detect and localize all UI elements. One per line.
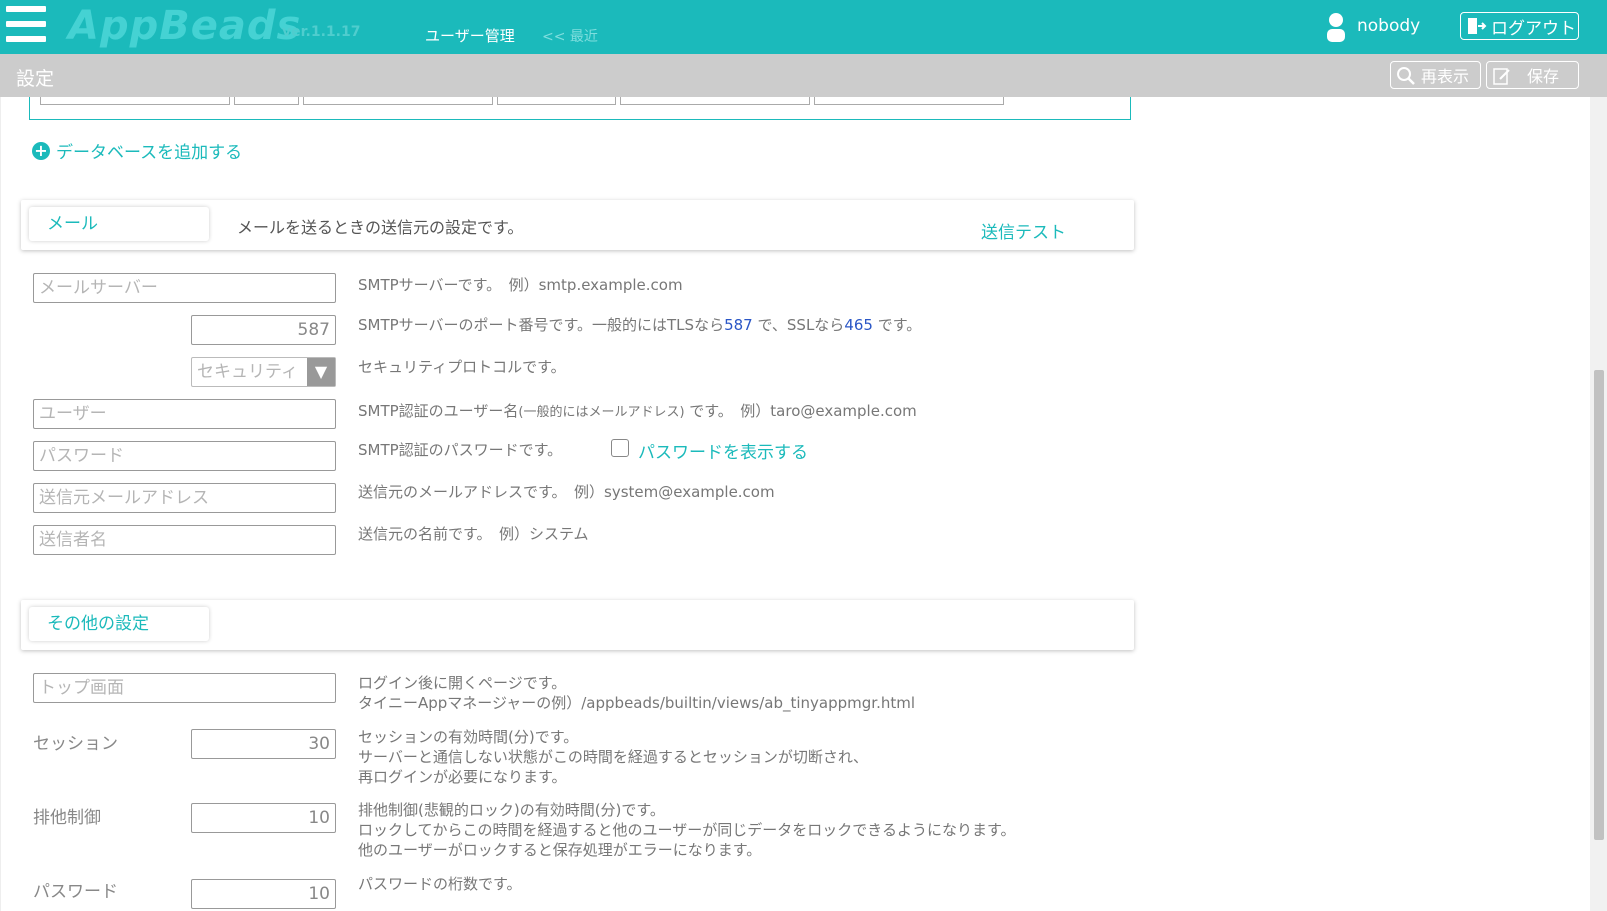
session-desc-1: セッションの有効時間(分)です。 <box>358 728 579 746</box>
app-version: ver.1.1.17 <box>282 24 361 40</box>
session-desc-2: サーバーと通信しない状態がこの時間を経過するとセッションが切断され、 <box>358 748 869 766</box>
save-label: 保存 <box>1527 67 1560 86</box>
mail-section-header: メール メールを送るときの送信元の設定です。 送信テスト <box>21 200 1134 250</box>
edit-icon <box>1493 68 1510 85</box>
password-length-label: パスワード <box>33 882 118 902</box>
mail-section-tab[interactable]: メール <box>29 207 209 241</box>
page-toolbar: 設定 再表示 保存 <box>0 54 1607 97</box>
lock-desc-3: 他のユーザーがロックすると保存処理がエラーになります。 <box>358 841 762 859</box>
lock-input[interactable] <box>191 803 336 833</box>
db-field[interactable] <box>40 97 230 105</box>
mail-server-desc: SMTPサーバーです。 例）smtp.example.com <box>358 276 683 294</box>
smtp-user-desc-small: (一般的にはメールアドレス) <box>518 405 685 420</box>
ssl-port: 465 <box>844 316 873 334</box>
db-field[interactable] <box>303 97 493 105</box>
logout-label: ログアウト <box>1491 18 1576 39</box>
reload-button[interactable]: 再表示 <box>1390 61 1481 89</box>
smtp-user-desc-1: SMTP認証のユーザー名 <box>358 402 519 420</box>
mail-server-input[interactable] <box>33 273 336 303</box>
smtp-user-desc-2: です。 例）taro@example.com <box>684 402 917 420</box>
password-length-input[interactable] <box>191 879 336 909</box>
save-button[interactable]: 保存 <box>1486 61 1579 89</box>
from-address-input[interactable] <box>33 483 336 513</box>
smtp-port-desc-3: です。 <box>877 316 922 334</box>
security-select-value: セキュリティ <box>197 362 298 382</box>
show-password-checkbox[interactable] <box>611 439 629 457</box>
smtp-user-desc: SMTP認証のユーザー名(一般的にはメールアドレス) です。 例）taro@ex… <box>358 401 917 423</box>
top-page-desc-2: タイニーAppマネージャーの例）/appbeads/builtin/views/… <box>358 694 915 712</box>
top-page-desc-1: ログイン後に開くページです。 <box>358 674 567 692</box>
smtp-password-desc: SMTP認証のパスワードです。 <box>358 441 563 459</box>
from-name-input[interactable] <box>33 525 336 555</box>
add-database-button[interactable]: + データベースを追加する <box>32 138 242 163</box>
other-section-header: その他の設定 <box>21 600 1134 650</box>
menu-icon[interactable] <box>6 4 46 44</box>
smtp-port-desc-2: で、SSLなら <box>757 316 845 334</box>
smtp-user-input[interactable] <box>33 399 336 429</box>
nav-recent[interactable]: << 最近 <box>542 26 598 46</box>
user-name[interactable]: nobody <box>1357 16 1420 36</box>
top-page-input[interactable] <box>33 673 336 703</box>
from-address-desc: 送信元のメールアドレスです。 例）system@example.com <box>358 483 775 501</box>
smtp-port-input[interactable] <box>191 315 336 345</box>
reload-label: 再表示 <box>1421 67 1470 86</box>
smtp-port-desc: SMTPサーバーのポート番号です。一般的にはTLSなら587 で、SSLなら46… <box>358 315 921 335</box>
lock-desc-1: 排他制御(悲観的ロック)の有効時間(分)です。 <box>358 801 665 819</box>
logout-icon <box>1468 18 1487 34</box>
logout-button[interactable]: ログアウト <box>1460 12 1579 40</box>
mail-section-description: メールを送るときの送信元の設定です。 <box>237 218 524 237</box>
page-title: 設定 <box>16 68 55 90</box>
security-desc: セキュリティプロトコルです。 <box>358 358 566 376</box>
from-name-desc: 送信元の名前です。 例）システム <box>358 525 589 543</box>
session-label: セッション <box>33 734 118 754</box>
search-icon <box>1397 67 1415 85</box>
app-logo[interactable]: AppBeads <box>68 2 301 50</box>
db-field[interactable] <box>814 97 1004 105</box>
db-field[interactable] <box>234 97 299 105</box>
add-database-label: データベースを追加する <box>56 143 243 163</box>
settings-content[interactable]: + データベースを追加する メール メールを送るときの送信元の設定です。 送信テ… <box>0 97 1591 911</box>
lock-label: 排他制御 <box>33 808 101 828</box>
show-password-label[interactable]: パスワードを表示する <box>638 438 808 463</box>
db-field[interactable] <box>497 97 616 105</box>
tls-port: 587 <box>724 316 753 334</box>
smtp-password-input[interactable] <box>33 441 336 471</box>
plus-circle-icon: + <box>32 141 50 160</box>
security-select[interactable]: セキュリティ ▼ <box>191 357 336 387</box>
scrollbar-thumb[interactable] <box>1594 370 1604 840</box>
session-input[interactable] <box>191 729 336 759</box>
db-field[interactable] <box>620 97 810 105</box>
password-length-desc: パスワードの桁数です。 <box>358 875 522 893</box>
top-bar: AppBeads ver.1.1.17 ユーザー管理 << 最近 nobody … <box>0 0 1607 54</box>
smtp-port-desc-1: SMTPサーバーのポート番号です。一般的にはTLSなら <box>358 316 725 334</box>
dropdown-arrow-icon: ▼ <box>307 358 335 386</box>
nav-user-management[interactable]: ユーザー管理 <box>425 25 515 46</box>
send-test-link[interactable]: 送信テスト <box>981 218 1066 243</box>
other-section-tab[interactable]: その他の設定 <box>29 607 209 641</box>
session-desc-3: 再ログインが必要になります。 <box>358 768 567 786</box>
user-icon <box>1327 13 1345 42</box>
lock-desc-2: ロックしてからこの時間を経過すると他のユーザーが同じデータをロックできるようにな… <box>358 821 1016 839</box>
database-panel <box>29 97 1131 120</box>
